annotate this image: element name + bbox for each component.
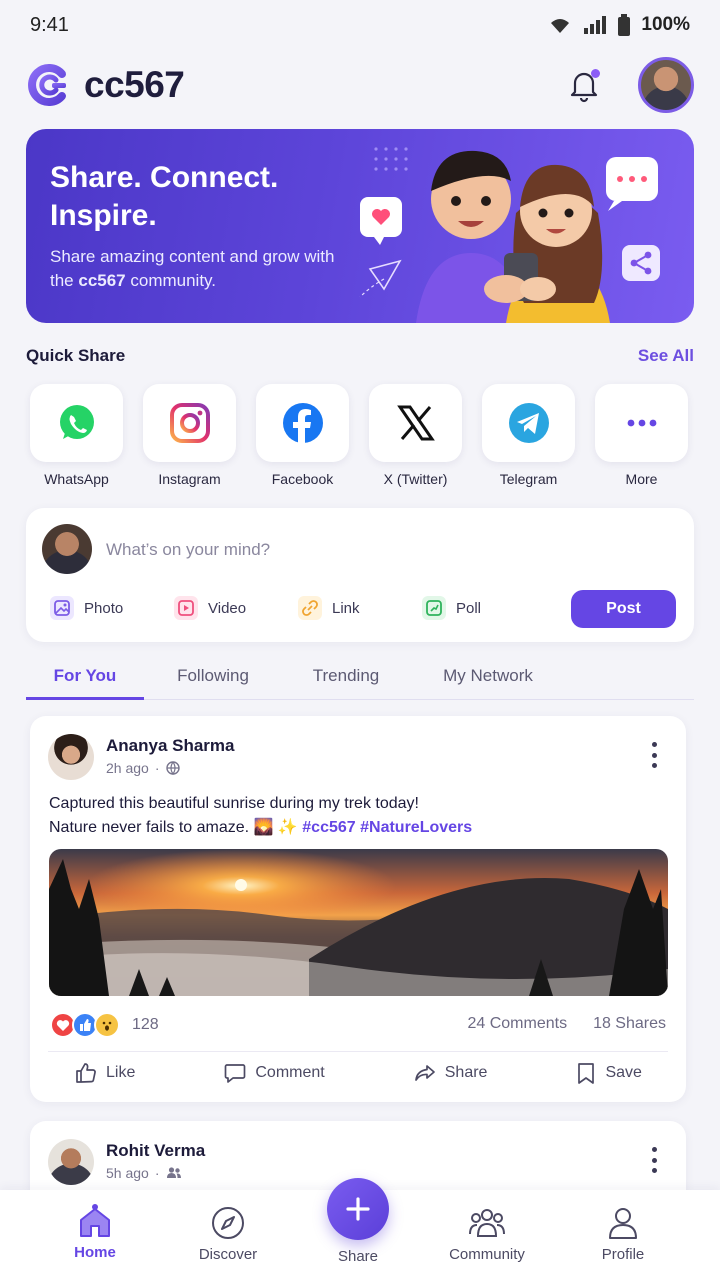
post-meta: 2h ago · [106, 760, 180, 776]
post-time: 2h ago [106, 760, 149, 776]
hero-subtitle: Share amazing content and grow with the … [50, 247, 335, 290]
link-icon [298, 596, 322, 620]
wifi-icon [551, 19, 570, 33]
status-bar: 9:41 100% [0, 0, 720, 50]
post-author-avatar[interactable] [48, 734, 94, 780]
post-time: 5h ago [106, 1165, 149, 1181]
feed-tabs: For You Following Trending My Network [26, 656, 694, 700]
quick-share-more[interactable]: More [595, 384, 688, 487]
add-photo-button[interactable]: Photo [50, 596, 148, 620]
hero-illustration [359, 147, 660, 323]
quick-share-row: WhatsApp Instagram Facebook X (Twitter) … [30, 384, 692, 487]
post-meta: 5h ago · [106, 1165, 182, 1181]
quick-share-header: Quick Share See All [26, 346, 694, 366]
post-text: Captured this beautiful sunrise during m… [49, 795, 473, 836]
post-composer: Photo Video Link Poll Post [26, 508, 694, 642]
tab-my-network[interactable]: My Network [410, 656, 566, 700]
comments-count[interactable]: 24 Comments [467, 1015, 567, 1033]
hero-banner: Share. Connect. Inspire. Share amazing c… [26, 129, 694, 323]
post-author-name[interactable]: Ananya Sharma [106, 736, 235, 756]
hero-title: Share. Connect. Inspire. [50, 161, 279, 232]
globe-icon [165, 761, 180, 775]
add-poll-button[interactable]: Poll [422, 596, 520, 620]
tab-following[interactable]: Following [144, 656, 282, 700]
save-button[interactable]: Save [575, 1061, 642, 1085]
profile-icon [609, 1208, 637, 1239]
tab-trending[interactable]: Trending [282, 656, 410, 700]
share-button[interactable]: Share [413, 1061, 487, 1085]
signal-icon [584, 16, 607, 34]
quick-share-title: Quick Share [26, 346, 126, 365]
photo-icon [50, 596, 74, 620]
comment-button[interactable]: Comment [223, 1061, 325, 1085]
more-dots-icon [627, 419, 656, 427]
divider [48, 1051, 668, 1052]
home-icon [80, 1208, 110, 1237]
see-all-link[interactable]: See All [638, 346, 694, 366]
composer-avatar [42, 524, 92, 574]
comment-icon [225, 1064, 246, 1083]
nav-community[interactable]: Community [432, 1206, 542, 1263]
app-header: cc567 [0, 50, 720, 120]
wow-reaction-icon [94, 1012, 120, 1038]
nav-profile[interactable]: Profile [568, 1206, 678, 1263]
post-author-avatar[interactable] [48, 1139, 94, 1185]
post-stats: 24 Comments 18 Shares [467, 1015, 666, 1033]
bottom-nav: Home Discover Share Community Profile [0, 1178, 720, 1280]
reaction-count: 128 [132, 1016, 159, 1033]
poll-icon [422, 596, 446, 620]
notifications-button[interactable] [566, 67, 602, 103]
like-button[interactable]: Like [74, 1061, 135, 1085]
status-icons: 100% [547, 14, 690, 36]
instagram-icon [169, 403, 210, 443]
post-card: Ananya Sharma 2h ago · Captured this bea… [30, 716, 686, 1102]
nav-share-label[interactable]: Share [300, 1248, 416, 1265]
nav-discover[interactable]: Discover [173, 1206, 283, 1263]
notification-dot [591, 69, 600, 78]
tab-for-you[interactable]: For You [26, 656, 144, 700]
bookmark-icon [578, 1063, 595, 1084]
quick-share-instagram[interactable]: Instagram [143, 384, 236, 487]
user-avatar[interactable] [638, 57, 694, 113]
quick-share-telegram[interactable]: Telegram [482, 384, 575, 487]
plus-icon [346, 1197, 370, 1221]
compass-icon [212, 1207, 244, 1239]
post-options-button[interactable] [644, 1147, 664, 1173]
thumbs-up-icon [76, 1063, 96, 1083]
facebook-icon [282, 403, 323, 443]
battery-icon [618, 14, 631, 36]
reactions-summary[interactable]: 128 [50, 1012, 159, 1038]
add-video-button[interactable]: Video [174, 596, 272, 620]
quick-share-x-twitter[interactable]: X (Twitter) [369, 384, 462, 487]
community-icon [469, 1209, 505, 1237]
battery-percent: 100% [641, 14, 690, 35]
post-author-name[interactable]: Rohit Verma [106, 1141, 205, 1161]
brand-logo-icon [28, 64, 66, 106]
post-options-button[interactable] [644, 742, 664, 768]
quick-share-whatsapp[interactable]: WhatsApp [30, 384, 123, 487]
share-arrow-icon [414, 1065, 435, 1081]
video-icon [174, 596, 198, 620]
add-link-button[interactable]: Link [298, 596, 396, 620]
nav-home[interactable]: Home [40, 1204, 150, 1261]
status-time: 9:41 [30, 13, 69, 36]
shares-count[interactable]: 18 Shares [593, 1015, 666, 1033]
brand[interactable]: cc567 [26, 62, 185, 108]
whatsapp-icon [59, 405, 94, 439]
friends-icon [166, 1167, 181, 1178]
quick-share-facebook[interactable]: Facebook [256, 384, 349, 487]
more-vertical-icon [651, 1147, 657, 1152]
share-fab-button[interactable] [327, 1178, 389, 1240]
post-button[interactable]: Post [571, 590, 676, 628]
post-image-sunrise[interactable] [49, 849, 668, 996]
x-twitter-icon [396, 405, 435, 441]
telegram-icon [508, 403, 549, 443]
post-actions: Like Comment Share Save [30, 1061, 686, 1085]
whats-on-your-mind-input[interactable] [106, 530, 506, 570]
active-indicator [92, 1204, 98, 1210]
post-hashtags[interactable]: #cc567 #NatureLovers [302, 819, 472, 836]
brand-name: cc567 [84, 64, 185, 105]
more-vertical-icon [651, 742, 657, 747]
